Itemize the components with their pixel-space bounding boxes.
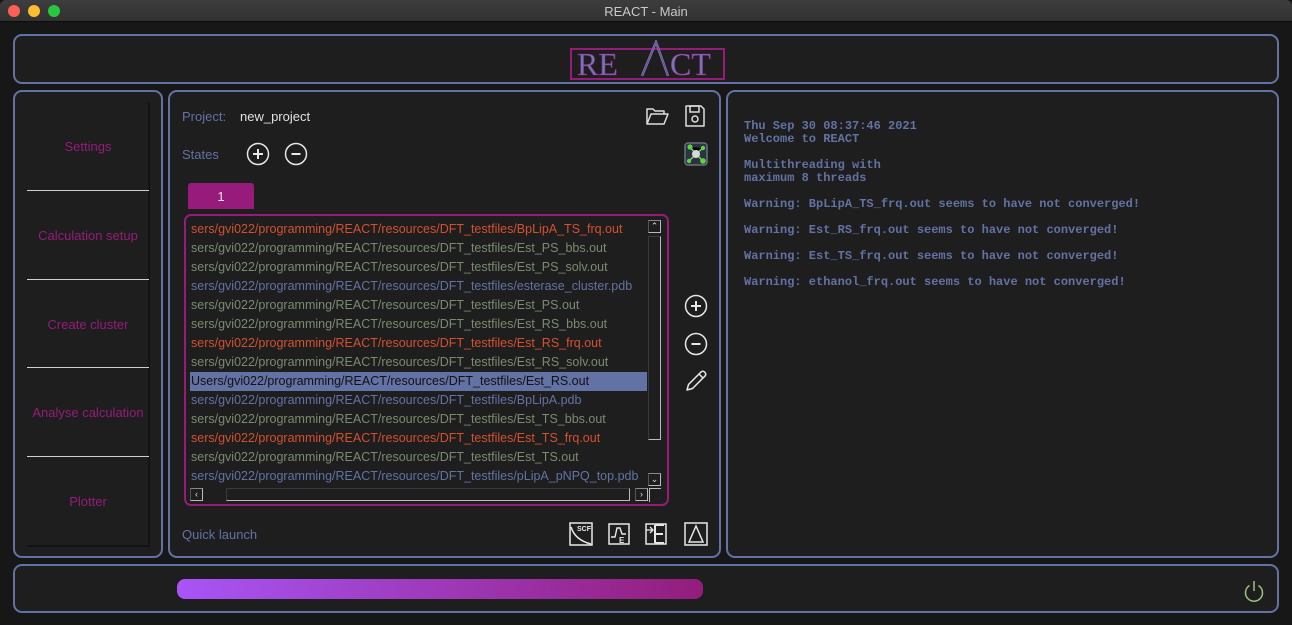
energy-diagram-icon: E bbox=[608, 523, 630, 545]
state-tab-1[interactable]: 1 bbox=[188, 183, 254, 209]
sidebar-menu: Settings Calculation setup Create cluste… bbox=[27, 102, 149, 546]
power-button[interactable] bbox=[1242, 579, 1266, 603]
project-label: Project: bbox=[182, 109, 227, 124]
scrollbar-track[interactable] bbox=[226, 488, 630, 501]
logo-text-re: RE bbox=[577, 46, 618, 80]
svg-text:SCF: SCF bbox=[577, 526, 592, 533]
sidebar-item-settings[interactable]: Settings bbox=[27, 102, 149, 190]
plus-circle-icon bbox=[684, 294, 708, 318]
edit-file-button[interactable] bbox=[684, 369, 708, 393]
log-panel: Thu Sep 30 08:37:46 2021 Welcome to REACT… bbox=[726, 90, 1279, 558]
save-icon bbox=[685, 105, 705, 127]
file-list-item[interactable]: sers/gvi022/programming/REACT/resources/… bbox=[190, 448, 647, 467]
scroll-down-button[interactable]: ⌄ bbox=[648, 473, 661, 486]
log-line: maximum 8 threads bbox=[744, 171, 867, 185]
quick-launch-delta-button[interactable] bbox=[684, 522, 708, 546]
folder-open-icon bbox=[646, 108, 669, 125]
minus-circle-icon bbox=[684, 332, 708, 356]
file-list-item[interactable]: sers/gvi022/programming/REACT/resources/… bbox=[190, 296, 647, 315]
file-list-item[interactable]: sers/gvi022/programming/REACT/resources/… bbox=[190, 429, 647, 448]
file-list-item[interactable]: sers/gvi022/programming/REACT/resources/… bbox=[190, 258, 647, 277]
log-line: Warning: ethanol_frq.out seems to have n… bbox=[744, 275, 1126, 289]
window-title: REACT - Main bbox=[604, 4, 688, 19]
scroll-up-button[interactable]: ⌃ bbox=[648, 220, 661, 233]
sidebar: Settings Calculation setup Create cluste… bbox=[13, 90, 163, 558]
footer-panel bbox=[13, 564, 1279, 613]
add-state-button[interactable] bbox=[246, 142, 270, 166]
progress-bar bbox=[177, 579, 703, 599]
plus-circle-icon bbox=[246, 142, 270, 166]
quick-launch-label: Quick launch bbox=[182, 527, 258, 542]
file-list-rows: sers/gvi022/programming/REACT/resources/… bbox=[190, 220, 647, 486]
file-list-item[interactable]: sers/gvi022/programming/REACT/resources/… bbox=[190, 353, 647, 372]
sidebar-item-calculation-setup[interactable]: Calculation setup bbox=[27, 191, 149, 279]
header-panel: RE CT bbox=[13, 34, 1279, 84]
log-output: Thu Sep 30 08:37:46 2021 Welcome to REACT… bbox=[744, 120, 1264, 289]
scf-icon: SCF bbox=[569, 522, 593, 546]
vertical-scrollbar[interactable]: ⌃ ⌄ bbox=[647, 220, 661, 486]
svg-text:E: E bbox=[619, 536, 625, 545]
file-list-item[interactable]: sers/gvi022/programming/REACT/resources/… bbox=[190, 467, 647, 486]
horizontal-scrollbar[interactable]: ‹ › bbox=[190, 488, 648, 502]
scroll-left-button[interactable]: ‹ bbox=[190, 488, 203, 501]
delta-icon bbox=[684, 522, 708, 546]
file-list-item[interactable]: sers/gvi022/programming/REACT/resources/… bbox=[190, 315, 647, 334]
file-list-item[interactable]: sers/gvi022/programming/REACT/resources/… bbox=[190, 391, 647, 410]
logo-text-ct: CT bbox=[670, 46, 711, 80]
pencil-icon bbox=[686, 370, 707, 391]
scrollbar-track[interactable] bbox=[648, 236, 661, 440]
states-label: States bbox=[182, 147, 219, 162]
sidebar-item-analyse-calculation[interactable]: Analyse calculation bbox=[27, 368, 149, 456]
log-line: Welcome to REACT bbox=[744, 132, 860, 146]
file-list-item[interactable]: sers/gvi022/programming/REACT/resources/… bbox=[190, 277, 647, 296]
title-bar: REACT - Main bbox=[0, 0, 1292, 22]
log-line: Warning: Est_RS_frq.out seems to have no… bbox=[744, 223, 1119, 237]
file-list-item[interactable]: sers/gvi022/programming/REACT/resources/… bbox=[190, 220, 647, 239]
sidebar-item-plotter[interactable]: Plotter bbox=[27, 457, 149, 545]
log-line: Warning: BpLipA_TS_frq.out seems to have… bbox=[744, 197, 1141, 211]
file-list[interactable]: sers/gvi022/programming/REACT/resources/… bbox=[184, 214, 669, 506]
file-list-item[interactable]: Users/gvi022/programming/REACT/resources… bbox=[190, 372, 647, 391]
power-icon bbox=[1244, 581, 1264, 602]
quick-launch-scf-button[interactable]: SCF bbox=[569, 522, 593, 546]
quick-launch-energy-button[interactable]: E bbox=[607, 522, 631, 546]
scrollbar-corner bbox=[649, 488, 661, 502]
scroll-right-button[interactable]: › bbox=[635, 488, 648, 501]
file-list-item[interactable]: sers/gvi022/programming/REACT/resources/… bbox=[190, 334, 647, 353]
file-list-item[interactable]: sers/gvi022/programming/REACT/resources/… bbox=[190, 239, 647, 258]
project-name: new_project bbox=[240, 109, 311, 124]
molecule-viewer-button[interactable] bbox=[684, 142, 708, 166]
import-energy-icon bbox=[645, 523, 667, 545]
remove-state-button[interactable] bbox=[284, 142, 308, 166]
add-file-button[interactable] bbox=[684, 294, 708, 318]
molecule-icon bbox=[684, 142, 708, 166]
remove-file-button[interactable] bbox=[684, 332, 708, 356]
sidebar-item-create-cluster[interactable]: Create cluster bbox=[27, 280, 149, 368]
quick-launch-import-button[interactable] bbox=[644, 522, 668, 546]
minus-circle-icon bbox=[284, 142, 308, 166]
react-logo: RE CT bbox=[570, 40, 726, 80]
project-panel: Project: new_project States 1 sers/gvi02… bbox=[168, 90, 721, 558]
open-project-button[interactable] bbox=[644, 104, 670, 128]
save-project-button[interactable] bbox=[683, 103, 707, 129]
file-list-item[interactable]: sers/gvi022/programming/REACT/resources/… bbox=[190, 410, 647, 429]
main-window: REACT - Main RE CT Settings Calculation … bbox=[0, 0, 1292, 625]
log-line: Warning: Est_TS_frq.out seems to have no… bbox=[744, 249, 1119, 263]
